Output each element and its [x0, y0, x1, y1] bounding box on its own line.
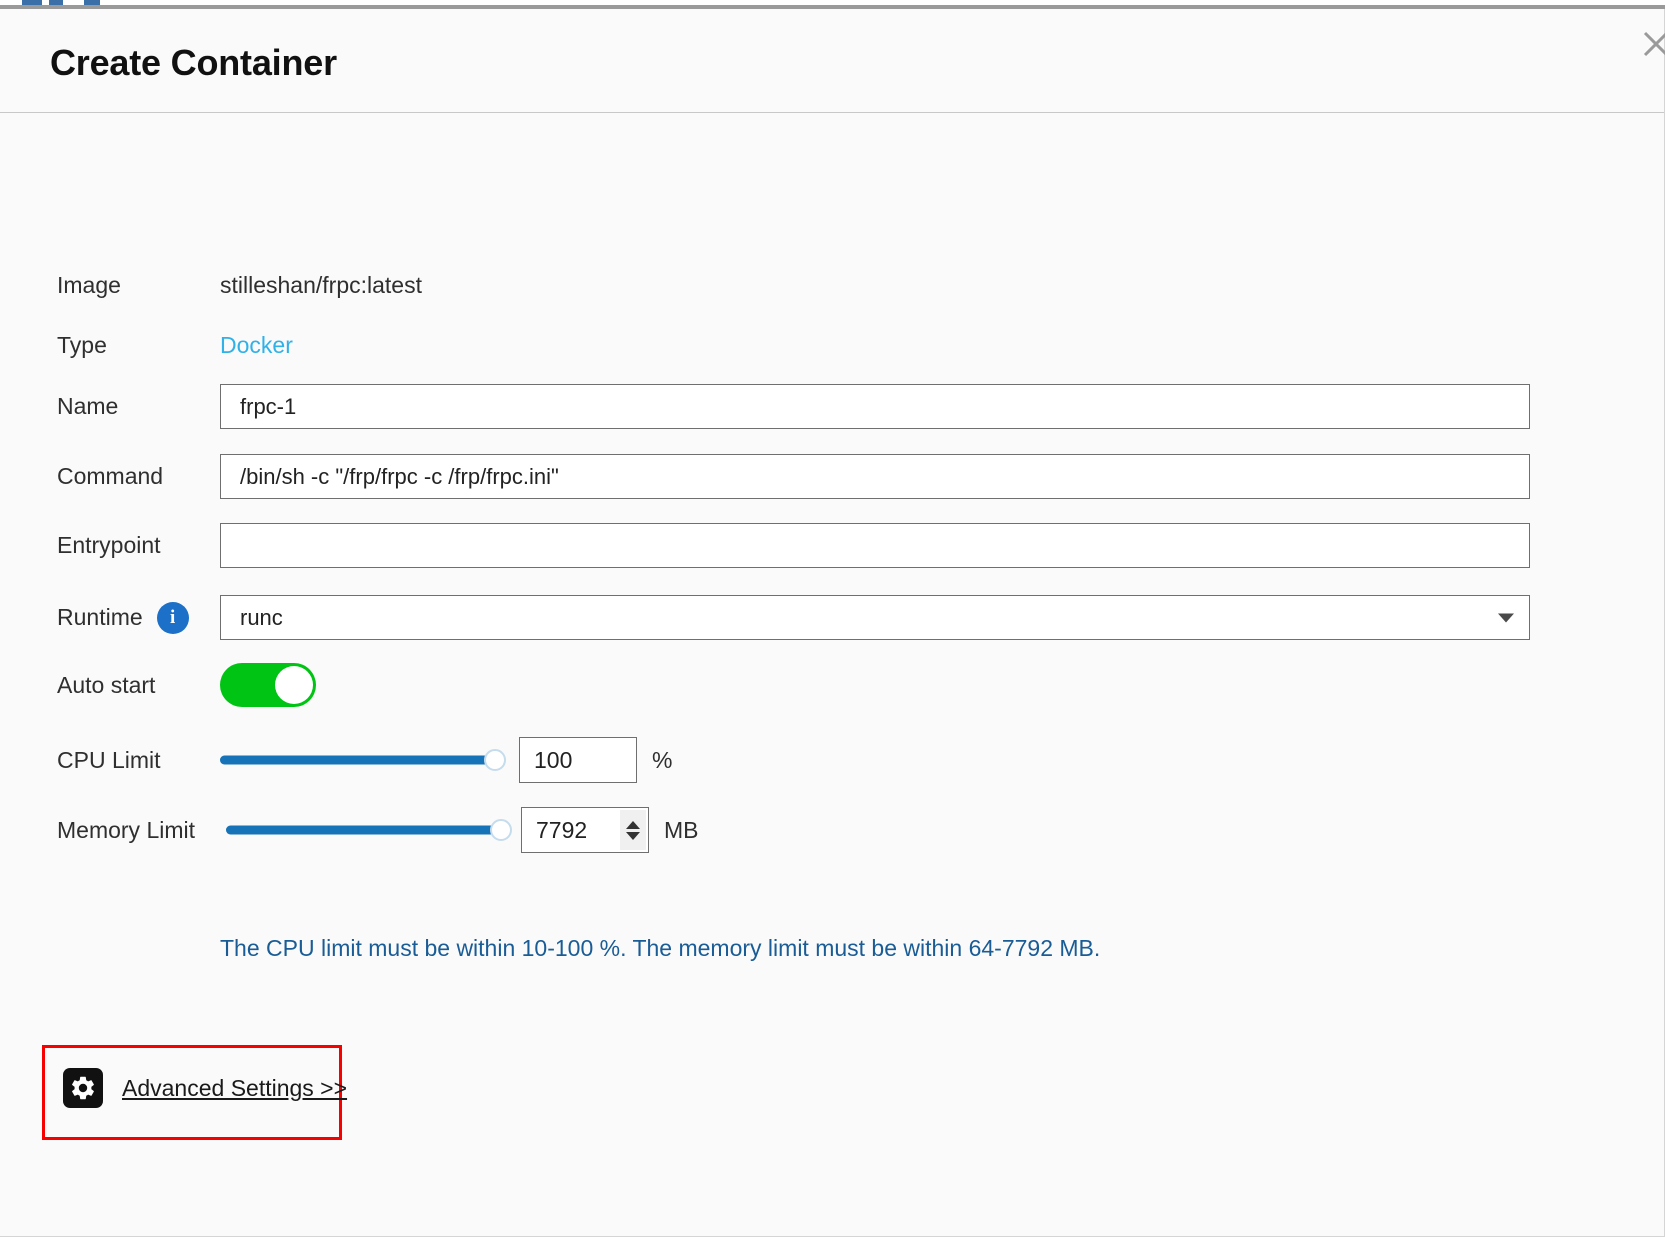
- command-input[interactable]: [220, 454, 1530, 499]
- memory-limit-input[interactable]: 7792: [521, 807, 649, 853]
- type-value-link[interactable]: Docker: [220, 332, 293, 359]
- form-row-memory-limit: Memory Limit 7792 MB: [0, 807, 1665, 853]
- cpu-limit-slider-thumb[interactable]: [484, 749, 506, 771]
- form-row-cpu-limit: CPU Limit %: [0, 737, 1665, 783]
- memory-limit-unit: MB: [664, 816, 699, 843]
- close-icon[interactable]: [1639, 27, 1665, 61]
- memory-limit-value: 7792: [536, 816, 588, 843]
- form-row-name: Name: [0, 384, 1665, 429]
- memory-limit-slider-fill: [226, 825, 501, 835]
- page-title: Create Container: [50, 42, 337, 83]
- runtime-label-group: Runtime i: [0, 601, 220, 634]
- cpu-limit-unit: %: [652, 746, 673, 773]
- memory-limit-label: Memory Limit: [57, 816, 196, 843]
- memory-limit-slider[interactable]: [226, 814, 512, 846]
- auto-start-toggle[interactable]: [220, 663, 316, 707]
- cpu-limit-input[interactable]: [519, 737, 637, 783]
- memory-limit-slider-thumb[interactable]: [490, 819, 512, 841]
- cpu-limit-slider-fill: [220, 755, 495, 765]
- form-row-command: Command: [0, 454, 1665, 499]
- image-value: stilleshan/frpc:latest: [220, 272, 422, 298]
- limits-hint-text: The CPU limit must be within 10-100 %. T…: [220, 935, 1101, 961]
- browser-chrome-sliver: [0, 0, 1665, 9]
- name-input[interactable]: [220, 384, 1530, 429]
- type-label: Type: [57, 332, 107, 358]
- runtime-select-wrap: runc: [220, 595, 1530, 640]
- advanced-settings-label: Advanced Settings >>: [122, 1074, 348, 1101]
- auto-start-label: Auto start: [57, 671, 156, 698]
- auto-start-toggle-knob: [275, 666, 313, 704]
- form-row-type: Type Docker: [0, 332, 1665, 359]
- form-row-entrypoint: Entrypoint: [0, 523, 1665, 568]
- cpu-limit-slider[interactable]: [220, 744, 506, 776]
- form-row-runtime: Runtime i runc: [0, 595, 1665, 640]
- stepper-up-icon[interactable]: [626, 820, 640, 829]
- image-label: Image: [57, 272, 121, 298]
- entrypoint-input[interactable]: [220, 523, 1530, 568]
- advanced-settings-link[interactable]: Advanced Settings >>: [63, 1068, 347, 1108]
- stepper-down-icon[interactable]: [626, 831, 640, 840]
- gear-icon: [63, 1068, 103, 1108]
- command-label: Command: [57, 463, 164, 489]
- form-row-image: Image stilleshan/frpc:latest: [0, 272, 1665, 299]
- memory-limit-stepper[interactable]: [620, 810, 646, 850]
- info-icon[interactable]: i: [156, 601, 189, 634]
- runtime-select[interactable]: runc: [220, 595, 1530, 640]
- dialog-header: Create Container: [0, 9, 1665, 113]
- create-container-dialog: Create Container Image stilleshan/frpc:l…: [0, 9, 1665, 1237]
- name-label: Name: [57, 393, 119, 419]
- entrypoint-label: Entrypoint: [57, 532, 161, 558]
- form-row-auto-start: Auto start: [0, 663, 1665, 707]
- runtime-selected-value: runc: [240, 604, 283, 630]
- create-container-screen: Create Container Image stilleshan/frpc:l…: [0, 0, 1665, 1237]
- cpu-limit-label: CPU Limit: [57, 746, 161, 773]
- runtime-label: Runtime: [57, 604, 143, 630]
